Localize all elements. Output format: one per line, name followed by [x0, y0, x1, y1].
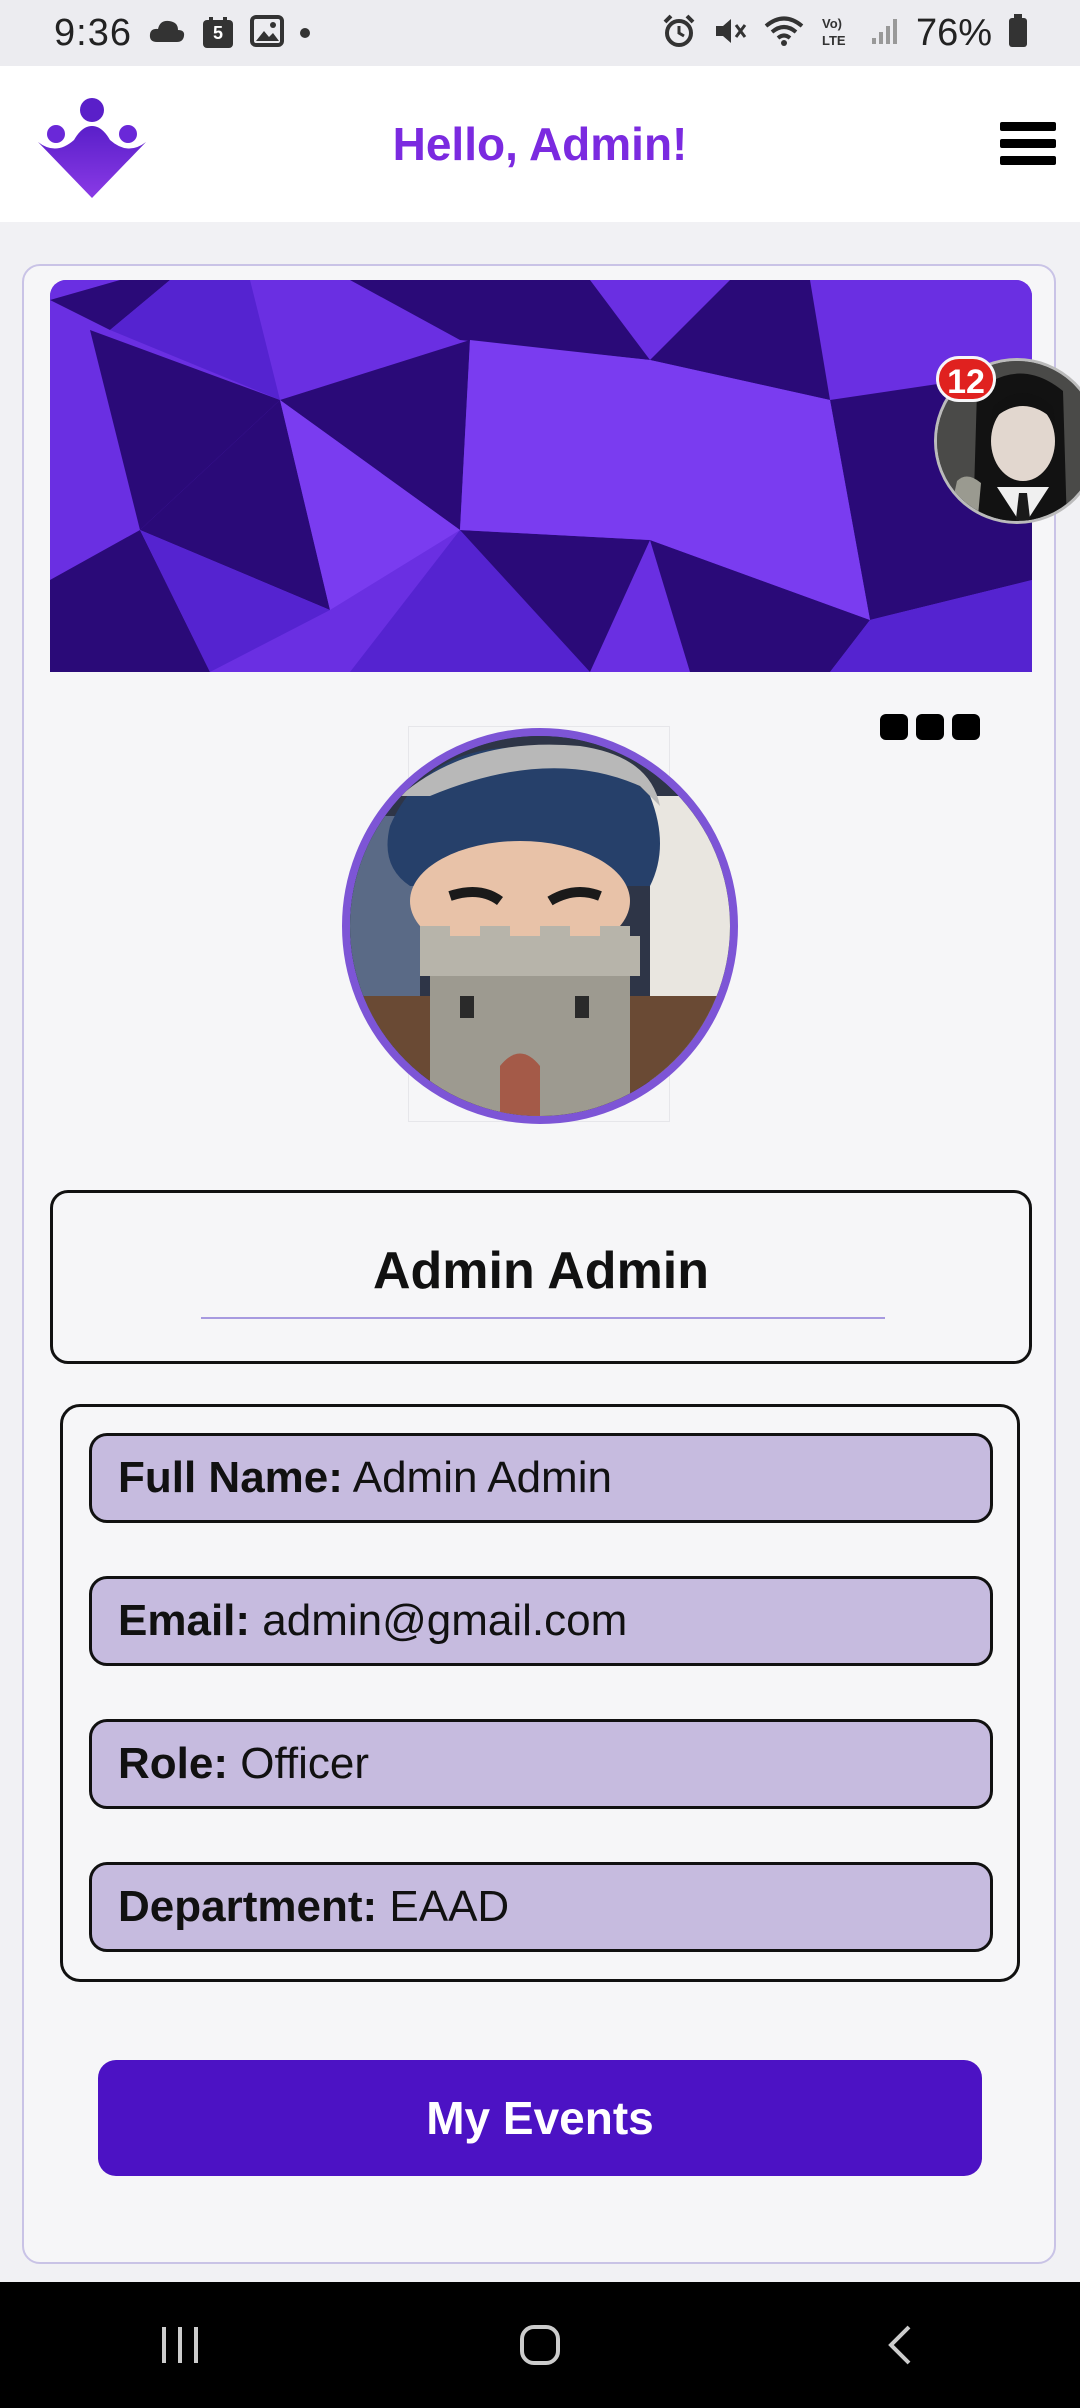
department-field: Department: EAAD — [89, 1862, 993, 1952]
hamburger-menu-icon[interactable] — [1000, 122, 1056, 170]
profile-banner — [50, 280, 1032, 672]
name-divider — [201, 1317, 885, 1319]
field-value: Officer — [240, 1739, 370, 1788]
app-header: Hello, Admin! — [0, 66, 1080, 222]
profile-avatar[interactable] — [342, 728, 738, 1124]
mute-icon — [712, 14, 748, 53]
alarm-icon — [662, 14, 696, 53]
battery-percent: 76% — [915, 11, 992, 54]
notification-count-badge: 12 — [936, 356, 996, 402]
email-field: Email: admin@gmail.com — [89, 1576, 993, 1666]
field-label: Full Name: — [118, 1453, 343, 1502]
status-time: 9:36 — [54, 11, 132, 54]
calendar-day: 5 — [212, 23, 223, 43]
gallery-icon — [249, 14, 284, 52]
recent-apps-icon[interactable] — [140, 2315, 220, 2375]
greeting-title: Hello, Admin! — [392, 118, 688, 170]
display-name: Admin Admin — [372, 1242, 710, 1300]
svg-text:LTE: LTE — [822, 33, 846, 48]
field-label: Department: — [118, 1882, 378, 1931]
system-nav-bar — [0, 2282, 1080, 2408]
full-name-field: Full Name: Admin Admin — [89, 1433, 993, 1523]
wifi-icon — [764, 15, 804, 52]
more-options-icon[interactable] — [880, 714, 980, 744]
profile-details: Full Name: Admin Admin Email: admin@gmai… — [60, 1404, 1020, 1982]
calendar-icon: 5 — [202, 17, 234, 49]
role-field: Role: Officer — [89, 1719, 993, 1809]
status-bar: 9:36 5 Vo) LTE 76% — [0, 0, 1080, 66]
notification-bubble[interactable]: 12 — [934, 356, 1080, 524]
cloud-icon — [148, 18, 186, 49]
field-value: Admin Admin — [352, 1453, 612, 1502]
field-value: admin@gmail.com — [262, 1596, 628, 1645]
more-notifications-dot — [299, 28, 310, 38]
field-value: EAAD — [389, 1882, 510, 1931]
volte-icon: Vo) LTE — [820, 14, 854, 53]
home-icon[interactable] — [500, 2315, 580, 2375]
field-label: Role: — [118, 1739, 228, 1788]
signal-icon — [870, 16, 900, 51]
back-icon[interactable] — [860, 2315, 940, 2375]
battery-icon — [1008, 13, 1028, 53]
my-events-button[interactable]: My Events — [98, 2060, 982, 2176]
field-label: Email: — [118, 1596, 251, 1645]
svg-text:Vo): Vo) — [822, 16, 842, 31]
display-name-card: Admin Admin — [50, 1190, 1032, 1364]
